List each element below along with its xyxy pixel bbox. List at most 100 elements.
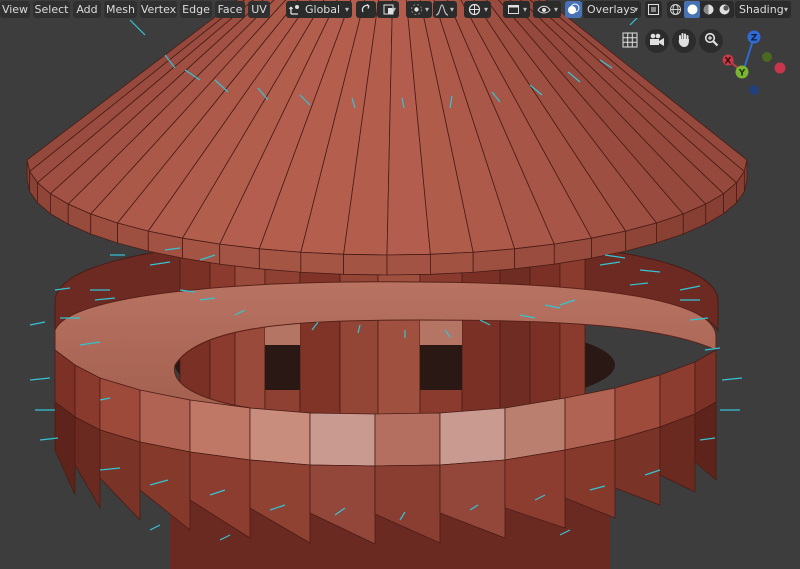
- pillar-opening: [265, 345, 300, 390]
- neg-z-axis-bubble: [749, 85, 759, 95]
- menu-face-label: Face: [217, 3, 243, 16]
- visibility-icon: [537, 5, 551, 18]
- viewport-header: View Select Add Mesh Vertex Edge Face UV…: [0, 0, 800, 20]
- menu-vertex[interactable]: Vertex: [140, 1, 177, 18]
- proportional-edit-button[interactable]: ▾: [406, 1, 432, 18]
- overlays-dropdown[interactable]: Overlays ▾: [583, 1, 641, 18]
- roof-rim-face: [429, 251, 474, 275]
- ring-face: [564, 387, 616, 451]
- roof-rim-face: [300, 251, 345, 275]
- roof-rim-face: [219, 243, 260, 270]
- menu-view[interactable]: View: [0, 1, 30, 18]
- roof-rim-face: [386, 253, 431, 276]
- pivot-point-button[interactable]: [356, 1, 376, 18]
- menu-add[interactable]: Add: [73, 1, 101, 18]
- ring-face: [249, 407, 311, 466]
- overlays-icon: [567, 3, 580, 18]
- chevron-down-icon: ▾: [391, 5, 396, 14]
- ring-face: [614, 426, 661, 506]
- wireframe-shading-icon[interactable]: [669, 3, 682, 18]
- menu-mesh[interactable]: Mesh: [104, 1, 137, 18]
- menu-select-label: Select: [34, 3, 69, 16]
- visibility-dropdown[interactable]: ▾: [533, 1, 561, 18]
- ring-face: [74, 416, 101, 510]
- chevron-down-icon: ▾: [483, 5, 488, 14]
- ring-face: [189, 399, 251, 461]
- shading-label: Shading: [739, 3, 784, 16]
- normal-line: [29, 377, 51, 381]
- pivot-icon: [360, 3, 373, 18]
- menu-edge-label: Edge: [182, 3, 210, 16]
- x-axis-label: X: [725, 57, 732, 67]
- chevron-down-icon: ▾: [633, 5, 638, 14]
- editor-type-dropdown[interactable]: ▾: [503, 1, 530, 18]
- menu-mesh-label: Mesh: [106, 3, 135, 16]
- ring-face: [54, 401, 76, 496]
- falloff-icon: [435, 4, 449, 18]
- overlays-label: Overlays: [587, 3, 636, 16]
- menu-view-label: View: [1, 3, 29, 16]
- proportional-edit-icon: [410, 4, 423, 18]
- y-axis-label: Y: [738, 69, 746, 79]
- chevron-down-icon: ▾: [553, 5, 558, 14]
- menu-edge[interactable]: Edge: [180, 1, 212, 18]
- snap-target-button[interactable]: ▾: [377, 1, 399, 18]
- pillar-face: [234, 249, 266, 416]
- chevron-down-icon: ▾: [783, 5, 788, 14]
- editor-type-icon: [508, 5, 520, 18]
- pan-view-button[interactable]: [672, 29, 696, 53]
- pillar-face: [461, 249, 501, 416]
- chevron-down-icon: ▾: [449, 5, 454, 14]
- ring-face: [694, 401, 717, 481]
- move-icon: [288, 3, 302, 18]
- zoom-icon: [704, 32, 719, 50]
- rendered-shading-icon[interactable]: [718, 3, 731, 18]
- ring-face: [374, 412, 441, 467]
- snap-dropdown[interactable]: ▾: [464, 1, 491, 18]
- xray-toggle[interactable]: [645, 1, 662, 18]
- roof-rim-face: [343, 253, 388, 276]
- mesh-scene[interactable]: [0, 0, 800, 569]
- snap-icon: [468, 3, 481, 18]
- 3d-viewport[interactable]: View Select Add Mesh Vertex Edge Face UV…: [0, 0, 800, 569]
- xray-icon: [647, 4, 660, 18]
- ring-face: [99, 429, 141, 521]
- neg-y-axis-bubble: [762, 52, 772, 62]
- menu-select[interactable]: Select: [33, 1, 70, 18]
- chevron-down-icon: ▾: [424, 5, 429, 14]
- normal-line: [29, 321, 46, 326]
- ring-face: [139, 389, 191, 453]
- roof-rim-face: [258, 248, 302, 273]
- shading-modes: [667, 1, 734, 18]
- grid-view-button[interactable]: [618, 29, 642, 53]
- navigation-gizmo[interactable]: Z X Y: [718, 27, 790, 97]
- transform-orientation-dropdown[interactable]: Global ▾: [286, 1, 352, 18]
- camera-view-button[interactable]: [645, 29, 669, 53]
- falloff-dropdown[interactable]: ▾: [433, 1, 457, 18]
- roof-rim-face: [472, 248, 516, 273]
- material-shading-icon[interactable]: [702, 3, 715, 18]
- menu-vertex-label: Vertex: [140, 3, 177, 16]
- ring-face: [439, 407, 506, 466]
- menu-face[interactable]: Face: [215, 1, 245, 18]
- grid-view-icon: [622, 32, 638, 51]
- menu-uv[interactable]: UV: [248, 1, 270, 18]
- ring-face: [504, 397, 566, 461]
- normal-line: [129, 19, 146, 36]
- roof-rim-face: [514, 243, 555, 270]
- solid-shading-icon[interactable]: [684, 1, 700, 18]
- chevron-down-icon: ▾: [344, 5, 349, 14]
- pillar-face: [499, 249, 531, 416]
- ring-face: [659, 413, 696, 493]
- ring-face: [309, 412, 376, 467]
- normal-line: [721, 377, 743, 381]
- z-axis-label: Z: [751, 34, 758, 44]
- ring-face: [139, 441, 191, 531]
- shading-dropdown[interactable]: Shading ▾: [735, 1, 791, 18]
- hand-pan-icon: [677, 32, 691, 50]
- pillar-face: [559, 249, 586, 416]
- pillar-opening: [420, 345, 462, 390]
- camera-icon: [649, 33, 665, 50]
- chevron-down-icon: ▾: [522, 5, 527, 14]
- overlays-toggle[interactable]: [565, 1, 582, 18]
